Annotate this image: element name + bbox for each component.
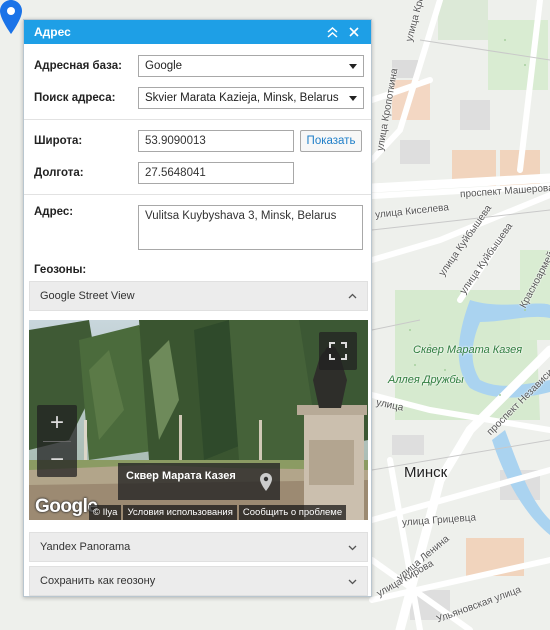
map-label-city: Минск [404, 464, 448, 481]
address-row: Адрес: [34, 206, 73, 218]
address-search-row: Поиск адреса: [34, 92, 115, 104]
show-button[interactable]: Показать [300, 130, 362, 152]
zoom-in-button[interactable]: + [37, 405, 77, 441]
close-icon[interactable] [345, 23, 363, 41]
street-view-title: Google Street View [40, 290, 135, 302]
street-view-footer: © Ilya Условия использования Сообщить о … [29, 505, 368, 520]
geozones-label: Геозоны: [34, 264, 87, 276]
chevron-down-icon [349, 64, 357, 69]
latitude-label: Широта: [34, 135, 83, 147]
chevron-down-icon [348, 579, 357, 585]
chevron-up-icon [348, 293, 357, 299]
chevron-down-icon [349, 96, 357, 101]
address-base-row: Адресная база: [34, 60, 122, 72]
map-label-park: Сквер Марата Казея [413, 344, 523, 356]
street-view-panorama[interactable]: + − Сквер Марата Казея Google © Ilya Усл… [29, 320, 368, 520]
address-base-label: Адресная база: [34, 60, 122, 72]
chevron-down-icon [348, 545, 357, 551]
save-geozone-section-header[interactable]: Сохранить как геозону [29, 566, 368, 596]
place-name-card[interactable]: Сквер Марата Казея [118, 463, 252, 500]
address-search-select[interactable]: Skvier Marata Kazieja, Minsk, Belarus [138, 87, 364, 109]
latitude-input[interactable]: 53.9090013 [138, 130, 294, 152]
pin-icon [260, 472, 272, 491]
address-textarea[interactable]: Vulitsa Kuybyshava 3, Minsk, Belarus [138, 205, 363, 250]
yandex-title: Yandex Panorama [40, 541, 131, 553]
longitude-label: Долгота: [34, 167, 84, 179]
address-base-value: Google [145, 60, 183, 72]
zoom-control: + − [37, 405, 77, 477]
address-search-value: Skvier Marata Kazieja, Minsk, Belarus [145, 92, 339, 104]
divider [24, 119, 371, 120]
collapse-icon[interactable] [323, 23, 341, 41]
map-label-alley: Аллея Дружбы [388, 374, 464, 386]
copyright-text: © Ilya [89, 505, 122, 520]
address-panel: Адрес Адресная база: Google Поиск адреса… [23, 19, 372, 597]
geozones-row: Геозоны: [34, 264, 86, 276]
address-base-select[interactable]: Google [138, 55, 364, 77]
zoom-out-button[interactable]: − [37, 442, 77, 477]
report-problem-link[interactable]: Сообщить о проблеме [238, 505, 347, 520]
longitude-input[interactable]: 27.5648041 [138, 162, 294, 184]
address-search-label: Поиск адреса: [34, 92, 116, 104]
address-label: Адрес: [34, 206, 74, 218]
latitude-row: Широта: [34, 135, 82, 147]
location-marker-icon[interactable] [0, 0, 22, 34]
panel-title: Адрес [34, 25, 71, 39]
panel-header[interactable]: Адрес [24, 20, 371, 44]
fullscreen-icon [329, 342, 347, 360]
longitude-row: Долгота: [34, 167, 84, 179]
place-pin-button[interactable] [252, 463, 280, 500]
street-view-section-header[interactable]: Google Street View [29, 281, 368, 311]
yandex-section-header[interactable]: Yandex Panorama [29, 532, 368, 562]
divider [24, 194, 371, 195]
fullscreen-button[interactable] [319, 332, 357, 370]
save-geozone-title: Сохранить как геозону [40, 575, 156, 587]
terms-link[interactable]: Условия использования [123, 505, 237, 520]
